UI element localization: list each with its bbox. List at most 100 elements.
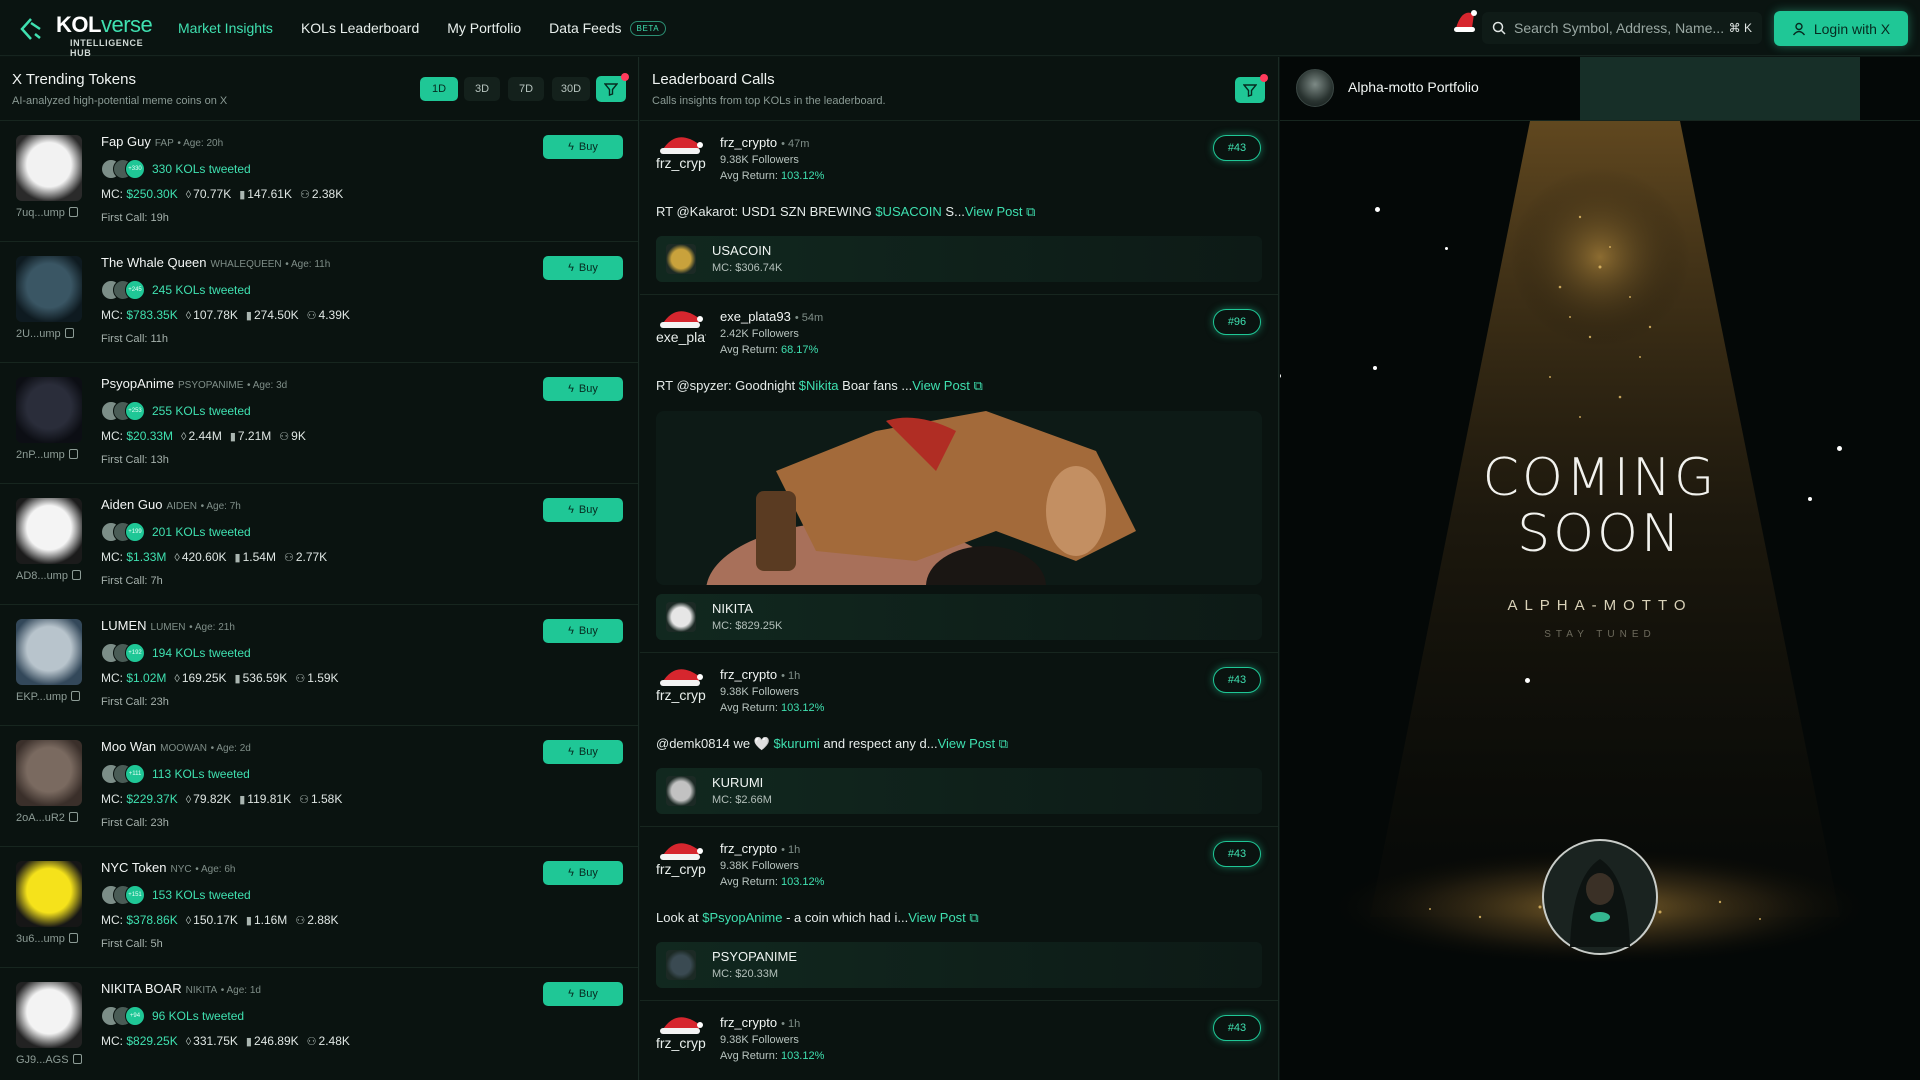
copy-icon[interactable]	[68, 207, 78, 217]
external-link-icon: ⧉	[969, 910, 979, 925]
token-ticker: AIDEN	[166, 501, 197, 512]
call-symbol[interactable]: $kurumi	[774, 736, 820, 751]
copy-icon[interactable]	[68, 812, 78, 822]
kol-tweet-count[interactable]: +245 245 KOLs tweeted	[101, 280, 251, 300]
drop-icon: ◊	[174, 673, 180, 685]
call-text: RT @spyzer: Goodnight $Nikita Boar fans …	[656, 378, 983, 394]
kol-user-line: frz_crypto • 1h	[720, 1015, 800, 1030]
token-image	[16, 135, 82, 201]
kol-avatar[interactable]: frz_crypto	[656, 1011, 706, 1061]
coin-card[interactable]: USACOIN MC: $306.74K	[656, 236, 1262, 282]
token-row[interactable]: 2oA...uR2 Moo Wan MOOWAN • Age: 2d +111 1…	[0, 726, 638, 847]
copy-icon[interactable]	[68, 449, 78, 459]
token-address[interactable]: 3u6...ump	[16, 933, 78, 945]
token-row[interactable]: GJ9...AGS NIKITA BOAR NIKITA • Age: 1d +9…	[0, 968, 638, 1080]
buy-button[interactable]: ϟ Buy	[543, 377, 623, 401]
nav-my-portfolio[interactable]: My Portfolio	[447, 20, 521, 36]
calls-filter-button[interactable]	[1235, 74, 1268, 103]
kol-avatar[interactable]: frz_crypto	[656, 131, 706, 181]
buy-button[interactable]: ϟ Buy	[543, 861, 623, 885]
token-address[interactable]: EKP...ump	[16, 691, 81, 703]
drop-icon: ◊	[185, 1036, 192, 1048]
token-address[interactable]: AD8...ump	[16, 570, 81, 582]
copy-icon[interactable]	[68, 933, 78, 943]
call-card: frz_crypto frz_crypto • 1h 9.38K Follower…	[640, 827, 1278, 1001]
token-address[interactable]: 2nP...ump	[16, 449, 78, 461]
logo[interactable]: KOLverse INTELLIGENCE HUB	[14, 6, 164, 58]
copy-icon[interactable]	[71, 691, 81, 701]
kol-username[interactable]: frz_crypto	[720, 1015, 777, 1030]
token-row[interactable]: EKP...ump LUMEN LUMEN • Age: 21h +192 194…	[0, 605, 638, 726]
timeframe-30d[interactable]: 30D	[552, 77, 590, 101]
coin-card[interactable]: NIKITA MC: $829.25K	[656, 594, 1262, 640]
call-symbol[interactable]: $PsyopAnime	[702, 910, 782, 925]
token-stats: MC: $1.33M ◊ 420.60K ▮ 1.54M ⚇ 2.77K	[101, 550, 328, 564]
buy-button[interactable]: ϟ Buy	[543, 982, 623, 1006]
token-address[interactable]: GJ9...AGS	[16, 1054, 82, 1066]
copy-icon[interactable]	[64, 328, 74, 338]
kol-rank-badge[interactable]: #43	[1213, 841, 1261, 867]
kol-tweet-count[interactable]: +199 201 KOLs tweeted	[101, 522, 251, 542]
coin-card[interactable]: KURUMI MC: $2.66M	[656, 768, 1262, 814]
search-input[interactable]	[1514, 20, 1729, 36]
kol-avatar[interactable]: exe_plata93	[656, 305, 706, 355]
search-bar[interactable]: ⌘ K	[1482, 12, 1762, 44]
kol-avatar[interactable]: frz_crypto	[656, 837, 706, 887]
token-address[interactable]: 7uq...ump	[16, 207, 78, 219]
kol-tweet-count[interactable]: +151 153 KOLs tweeted	[101, 885, 251, 905]
kol-avatar-name: frz_crypto	[656, 687, 706, 703]
coin-card[interactable]: PSYOPANIME MC: $20.33M	[656, 942, 1262, 988]
kol-tweet-count[interactable]: +330 330 KOLs tweeted	[101, 159, 251, 179]
kol-username[interactable]: frz_crypto	[720, 667, 777, 682]
view-post-link[interactable]: View Post ⧉	[965, 204, 1036, 219]
token-row[interactable]: 2U...ump The Whale Queen WHALEQUEEN • Age…	[0, 242, 638, 363]
token-address[interactable]: 2oA...uR2	[16, 812, 78, 824]
token-image	[16, 982, 82, 1048]
view-post-link[interactable]: View Post ⧉	[908, 910, 979, 925]
kol-username[interactable]: exe_plata93	[720, 309, 791, 324]
kol-rank-badge[interactable]: #96	[1213, 309, 1261, 335]
buy-button[interactable]: ϟ Buy	[543, 256, 623, 280]
buy-button[interactable]: ϟ Buy	[543, 498, 623, 522]
kol-tweet-count[interactable]: +253 255 KOLs tweeted	[101, 401, 251, 421]
nav-kols-leaderboard[interactable]: KOLs Leaderboard	[301, 20, 419, 36]
nav-data-feeds[interactable]: Data Feeds BETA	[549, 20, 667, 37]
copy-icon[interactable]	[71, 570, 81, 580]
nav-market-insights[interactable]: Market Insights	[178, 20, 273, 36]
token-name-line: LUMEN LUMEN • Age: 21h	[101, 618, 235, 633]
first-call: First Call: 23h	[101, 817, 169, 829]
kol-rank-badge[interactable]: #43	[1213, 135, 1261, 161]
kol-tweet-count[interactable]: +94 96 KOLs tweeted	[101, 1006, 244, 1026]
kol-tweet-count[interactable]: +192 194 KOLs tweeted	[101, 643, 251, 663]
trending-filter-button[interactable]	[596, 73, 629, 102]
token-row[interactable]: 3u6...ump NYC Token NYC • Age: 6h +151 15…	[0, 847, 638, 968]
token-row[interactable]: 7uq...ump Fap Guy FAP • Age: 20h +330 330…	[0, 121, 638, 242]
copy-icon[interactable]	[72, 1054, 82, 1064]
login-button[interactable]: Login with X	[1774, 11, 1908, 46]
santa-hat-icon	[660, 843, 703, 860]
users-value: 9K	[291, 429, 306, 443]
buy-button[interactable]: ϟ Buy	[543, 740, 623, 764]
token-stats: MC: $1.02M ◊ 169.25K ▮ 536.59K ⚇ 1.59K	[101, 671, 339, 685]
call-symbol[interactable]: $USACOIN	[875, 204, 941, 219]
token-row[interactable]: 2nP...ump PsyopAnime PSYOPANIME • Age: 3d…	[0, 363, 638, 484]
timeframe-3d[interactable]: 3D	[464, 77, 500, 101]
kol-rank-badge[interactable]: #43	[1213, 1015, 1261, 1041]
timeframe-7d[interactable]: 7D	[508, 77, 544, 101]
drop-icon: ◊	[185, 915, 192, 927]
kol-rank-badge[interactable]: #43	[1213, 667, 1261, 693]
kol-avatar[interactable]: frz_crypto	[656, 663, 706, 713]
kol-tweet-count[interactable]: +111 113 KOLs tweeted	[101, 764, 250, 784]
call-symbol[interactable]: $Nikita	[799, 378, 839, 393]
kol-username[interactable]: frz_crypto	[720, 135, 777, 150]
buy-button[interactable]: ϟ Buy	[543, 135, 623, 159]
timeframe-1d[interactable]: 1D	[420, 77, 458, 101]
buy-button[interactable]: ϟ Buy	[543, 619, 623, 643]
users-value: 1.59K	[307, 671, 339, 685]
token-address[interactable]: 2U...ump	[16, 328, 74, 340]
token-row[interactable]: AD8...ump Aiden Guo AIDEN • Age: 7h +199 …	[0, 484, 638, 605]
kol-username[interactable]: frz_crypto	[720, 841, 777, 856]
post-media-image[interactable]	[656, 411, 1262, 585]
view-post-link[interactable]: View Post ⧉	[912, 378, 983, 393]
view-post-link[interactable]: View Post ⧉	[938, 736, 1009, 751]
